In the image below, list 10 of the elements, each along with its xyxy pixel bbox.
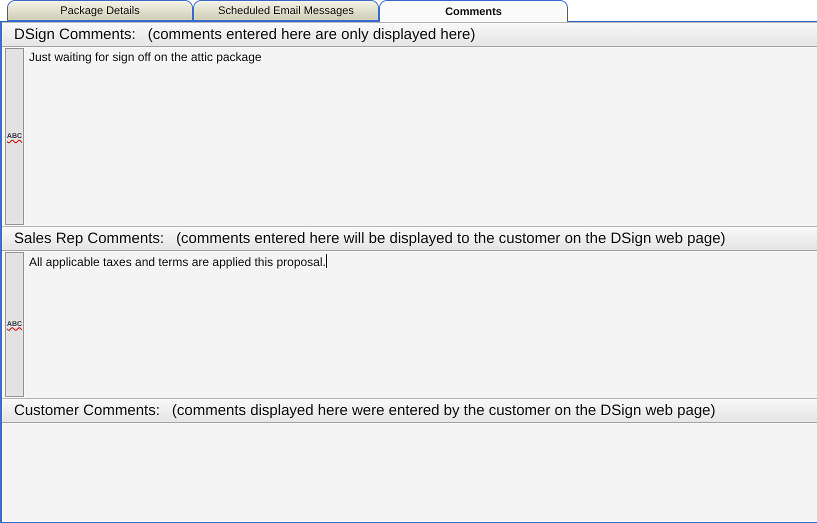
section-title: DSign Comments:	[14, 26, 136, 43]
tab[interactable]: Scheduled Email Messages	[193, 0, 379, 21]
text-cursor	[326, 254, 327, 268]
section-note: (comments entered here are only displayed here)	[148, 26, 476, 43]
section-note: (comments entered here will be displayed to the customer on the DSign web page)	[176, 230, 726, 247]
section-title: Sales Rep Comments:	[14, 230, 164, 247]
tab[interactable]: Comments	[379, 0, 568, 22]
tab[interactable]: Package Details	[7, 0, 193, 21]
section-note: (comments displayed here were entered by the customer on the DSign web page)	[172, 402, 716, 419]
section-title: Customer Comments:	[14, 402, 160, 419]
